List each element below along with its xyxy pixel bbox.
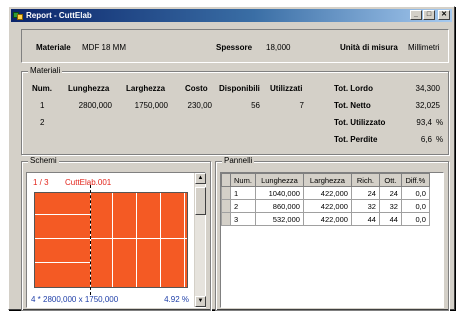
- cell-rich[interactable]: 32: [350, 199, 380, 213]
- mat-row1-costo: 230,00: [187, 101, 212, 110]
- cell-num[interactable]: 1: [230, 186, 256, 200]
- tot-utilizzato-label: Tot. Utilizzato: [334, 118, 386, 127]
- cutting-diagram[interactable]: 1 / 3 CuttElab.001 4 * 2800,000 x 1750,0…: [26, 172, 206, 308]
- col-diff[interactable]: Diff.%: [400, 173, 430, 187]
- cell-lunghezza[interactable]: 860,000: [254, 199, 304, 213]
- col-ott[interactable]: Ott.: [378, 173, 402, 187]
- cut-line: [160, 193, 161, 287]
- row-selector[interactable]: [221, 212, 231, 226]
- cut-line: [184, 193, 185, 287]
- cut-line: [35, 214, 90, 215]
- col-larghezza: Larghezza: [126, 84, 166, 93]
- table-row[interactable]: 3 532,000 422,000 44 44 0,0: [221, 212, 430, 226]
- cell-num[interactable]: 3: [230, 212, 256, 226]
- cell-rich[interactable]: 44: [350, 212, 380, 226]
- unita-value: Millimetri: [408, 43, 440, 52]
- cut-line: [136, 193, 137, 287]
- col-costo: Costo: [185, 84, 208, 93]
- spessore-label: Spessore: [216, 43, 253, 52]
- guide-line: [90, 185, 91, 295]
- tot-utilizzato-value: 93,4: [416, 118, 432, 127]
- tot-perdite-value: 6,6: [420, 135, 432, 144]
- cut-line: [35, 262, 90, 263]
- materiale-label: Materiale: [36, 43, 71, 52]
- materiali-title: Materiali: [28, 66, 63, 76]
- mat-row1-num: 1: [40, 101, 45, 110]
- row-selector[interactable]: [221, 199, 231, 213]
- cell-lunghezza[interactable]: 532,000: [254, 212, 304, 226]
- col-rich[interactable]: Rich.: [350, 173, 380, 187]
- row-selector[interactable]: [221, 186, 231, 200]
- mat-row2-num: 2: [40, 118, 45, 127]
- col-num: Num.: [32, 84, 52, 93]
- table-row[interactable]: 1 1040,000 422,000 24 24 0,0: [221, 186, 430, 200]
- cell-larghezza[interactable]: 422,000: [302, 186, 352, 200]
- tot-netto-label: Tot. Netto: [334, 101, 371, 110]
- schema-waste-percent: 4.92 %: [164, 295, 189, 304]
- report-window: Report - CuttElab _ □ ✕ Materiale MDF 18…: [8, 6, 455, 311]
- table-row[interactable]: 2 860,000 422,000 32 32 0,0: [221, 199, 430, 213]
- pannelli-title: Pannelli: [222, 156, 255, 166]
- tot-lordo-value: 34,300: [415, 84, 440, 93]
- cell-ott[interactable]: 24: [378, 186, 402, 200]
- cell-rich[interactable]: 24: [350, 186, 380, 200]
- row-selector-header: [221, 173, 231, 187]
- col-utilizzati: Utilizzati: [270, 84, 303, 93]
- col-lunghezza[interactable]: Lunghezza: [254, 173, 304, 187]
- tot-utilizzato-unit: %: [436, 118, 444, 127]
- pannelli-grid[interactable]: Num. Lunghezza Larghezza Rich. Ott. Diff…: [220, 172, 444, 308]
- cell-diff[interactable]: 0,0: [400, 186, 430, 200]
- tot-lordo-label: Tot. Lordo: [334, 84, 373, 93]
- scroll-up-icon[interactable]: ▲: [195, 173, 206, 184]
- spessore-value: 18,000: [266, 43, 291, 52]
- schemi-group: Schemi 1 / 3 CuttElab.001 4 * 2800,000 x…: [21, 156, 211, 311]
- tot-perdite-label: Tot. Perdite: [334, 135, 378, 144]
- scroll-thumb[interactable]: [195, 187, 206, 215]
- cell-diff[interactable]: 0,0: [400, 212, 430, 226]
- material-sheet[interactable]: [34, 185, 188, 295]
- maximize-icon[interactable]: □: [423, 10, 435, 20]
- schema-name: CuttElab.001: [65, 178, 112, 187]
- schema-dimensions: 4 * 2800,000 x 1750,000: [31, 295, 119, 304]
- app-icon: [13, 11, 23, 20]
- cell-diff[interactable]: 0,0: [400, 199, 430, 213]
- col-disponibili: Disponibili: [219, 84, 260, 93]
- table-header-row: Num. Lunghezza Larghezza Rich. Ott. Diff…: [221, 173, 430, 187]
- cell-larghezza[interactable]: 422,000: [302, 212, 352, 226]
- cell-ott[interactable]: 32: [378, 199, 402, 213]
- mat-row1-disponibili: 56: [251, 101, 260, 110]
- cell-larghezza[interactable]: 422,000: [302, 199, 352, 213]
- close-icon[interactable]: ✕: [438, 10, 450, 20]
- materiale-value: MDF 18 MM: [82, 43, 126, 52]
- col-larghezza[interactable]: Larghezza: [302, 173, 352, 187]
- cell-num[interactable]: 2: [230, 199, 256, 213]
- materiali-group: Materiali Num. Lunghezza Larghezza Costo…: [21, 66, 449, 155]
- col-num[interactable]: Num.: [230, 173, 256, 187]
- col-lunghezza: Lunghezza: [68, 84, 110, 93]
- mat-row1-lunghezza: 2800,000: [78, 101, 112, 110]
- material-header: Materiale MDF 18 MM Spessore 18,000 Unit…: [21, 29, 449, 63]
- minimize-icon[interactable]: _: [410, 10, 422, 20]
- schema-page: 1 / 3: [33, 178, 49, 187]
- cell-ott[interactable]: 44: [378, 212, 402, 226]
- scroll-down-icon[interactable]: ▼: [195, 296, 206, 307]
- title-bar[interactable]: Report - CuttElab _ □ ✕: [11, 9, 452, 22]
- cell-lunghezza[interactable]: 1040,000: [254, 186, 304, 200]
- unita-label: Unità di misura: [340, 43, 398, 52]
- cut-line: [35, 238, 90, 239]
- mat-row1-utilizzati: 7: [299, 101, 304, 110]
- cut-line: [112, 193, 113, 287]
- schemi-scrollbar[interactable]: ▲ ▼: [194, 173, 206, 307]
- schemi-title: Schemi: [28, 156, 59, 166]
- mat-row1-larghezza: 1750,000: [134, 101, 168, 110]
- tot-perdite-unit: %: [436, 135, 444, 144]
- cut-line: [91, 238, 187, 239]
- pannelli-group: Pannelli Num. Lunghezza Larghezza Rich. …: [215, 156, 449, 311]
- window-title: Report - CuttElab: [26, 11, 92, 20]
- tot-netto-value: 32,025: [415, 101, 440, 110]
- pannelli-table: Num. Lunghezza Larghezza Rich. Ott. Diff…: [221, 173, 430, 226]
